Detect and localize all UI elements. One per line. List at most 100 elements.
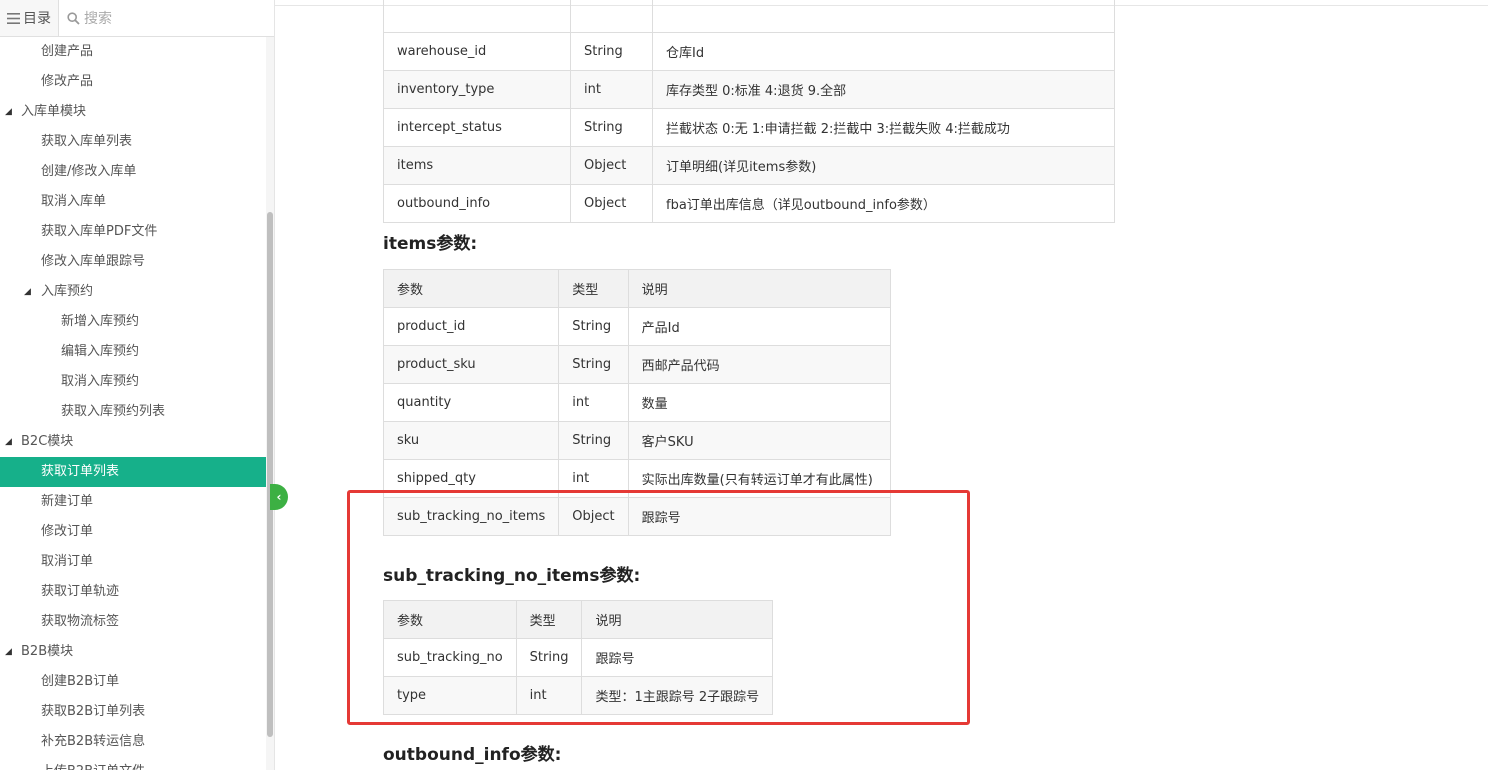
table-row: product_id String 产品Id xyxy=(382,307,892,346)
param-type: String xyxy=(570,108,653,147)
param-type: String xyxy=(570,32,653,71)
expand-triangle-icon: ◢ xyxy=(5,437,12,447)
param-desc: 拦截状态 0:无 1:申请拦截 2:拦截中 3:拦截失败 4:拦截成功 xyxy=(652,108,1115,147)
sidebar-item-inbound-pdf[interactable]: 获取入库单PDF文件 xyxy=(0,217,266,247)
param-desc: 西邮产品代码 xyxy=(627,345,892,384)
sidebar-group-b2b[interactable]: ◢ B2B模块 xyxy=(0,637,266,667)
sidebar-item-b2b-transit[interactable]: 补充B2B转运信息 xyxy=(0,727,266,757)
sidebar-item-label: 创建/修改入库单 xyxy=(41,164,137,179)
sidebar-group-inbound-reservation[interactable]: ◢ 入库预约 xyxy=(0,277,266,307)
sidebar-item-label: B2B模块 xyxy=(21,644,74,659)
param-type: Object xyxy=(570,146,653,185)
sidebar-item-cancel-inbound[interactable]: 取消入库单 xyxy=(0,187,266,217)
param-name: warehouse_id xyxy=(383,32,571,71)
param-desc: 订单明细(详见items参数) xyxy=(652,146,1115,185)
sidebar-item-inbound-tracking[interactable]: 修改入库单跟踪号 xyxy=(0,247,266,277)
sidebar-item-create-product[interactable]: 创建产品 xyxy=(0,37,266,67)
sidebar-item-order-track[interactable]: 获取订单轨迹 xyxy=(0,577,266,607)
param-type: int xyxy=(558,383,629,422)
table-header-row: 参数 类型 说明 xyxy=(382,269,892,308)
table-row: outbound_info Object fba订单出库信息（详见outbound_… xyxy=(383,184,1115,223)
tab-catalog[interactable]: 目录 xyxy=(0,0,59,36)
sidebar-item-label: 创建B2B订单 xyxy=(41,674,120,689)
sidebar-item-get-inbound-list[interactable]: 获取入库单列表 xyxy=(0,127,266,157)
sidebar-item-modify-order[interactable]: 修改订单 xyxy=(0,517,266,547)
sidebar-item-get-order-list[interactable]: 获取订单列表 xyxy=(0,457,266,487)
sidebar-header: 目录 搜索 xyxy=(0,0,274,37)
expand-triangle-icon: ◢ xyxy=(5,647,12,657)
expand-triangle-icon: ◢ xyxy=(5,107,12,117)
sidebar-item-label: 修改入库单跟踪号 xyxy=(41,254,146,269)
sidebar-group-inbound[interactable]: ◢ 入库单模块 xyxy=(0,97,266,127)
sidebar-item-label: 获取订单列表 xyxy=(41,464,120,479)
sidebar-item-b2b-list[interactable]: 获取B2B订单列表 xyxy=(0,697,266,727)
param-desc: fba订单出库信息（详见outbound_info参数） xyxy=(652,184,1115,223)
items-section-title: items参数: xyxy=(383,234,478,254)
sidebar-item-label: 入库预约 xyxy=(41,284,94,299)
sidebar-item-reservation-list[interactable]: 获取入库预约列表 xyxy=(0,397,266,427)
search-input[interactable]: 搜索 xyxy=(59,0,274,36)
param-name: outbound_info xyxy=(383,184,571,223)
highlight-annotation-box xyxy=(347,490,970,725)
sidebar-item-label: 上传B2B订单文件 xyxy=(41,757,145,770)
search-placeholder: 搜索 xyxy=(84,11,112,27)
sidebar-item-label: 取消订单 xyxy=(41,554,94,569)
sidebar-item-label: 补充B2B转运信息 xyxy=(41,734,146,749)
param-name: quantity xyxy=(382,383,560,422)
sidebar-item-b2b-upload[interactable]: 上传B2B订单文件 xyxy=(0,757,266,770)
column-header: 说明 xyxy=(627,269,892,308)
sidebar-group-b2c[interactable]: ◢ B2C模块 xyxy=(0,427,266,457)
outbound-section-title: outbound_info参数: xyxy=(383,745,562,765)
table-row: items Object 订单明细(详见items参数) xyxy=(383,146,1115,185)
sidebar-item-label: 获取入库单列表 xyxy=(41,134,133,149)
sidebar-item-create-inbound[interactable]: 创建/修改入库单 xyxy=(0,157,266,187)
sidebar-item-modify-product[interactable]: 修改产品 xyxy=(0,67,266,97)
table-row: intercept_status String 拦截状态 0:无 1:申请拦截 2:… xyxy=(383,108,1115,147)
sidebar-item-label: 获取入库预约列表 xyxy=(61,404,166,419)
sidebar-item-create-b2b[interactable]: 创建B2B订单 xyxy=(0,667,266,697)
param-name: inventory_type xyxy=(383,70,571,109)
collapse-sidebar-button[interactable]: ‹ xyxy=(270,484,288,510)
sidebar: 目录 搜索 创建产品 修改产品 ◢ 入库单模块 获取入库单列表 创建/修改入库单 … xyxy=(0,0,275,770)
order-params-table: warehouse_id String 仓库Id inventory_type int… xyxy=(383,0,1115,223)
param-type: int xyxy=(570,70,653,109)
param-desc: 客户SKU xyxy=(627,421,892,460)
sidebar-item-label: 获取订单轨迹 xyxy=(41,584,120,599)
sidebar-item-label: 入库单模块 xyxy=(21,104,87,119)
sidebar-item-add-reservation[interactable]: 新增入库预约 xyxy=(0,307,266,337)
param-desc: 仓库Id xyxy=(652,32,1115,71)
expand-triangle-icon: ◢ xyxy=(24,287,31,297)
param-type: String xyxy=(558,307,629,346)
sidebar-item-cancel-order[interactable]: 取消订单 xyxy=(0,547,266,577)
column-header: 参数 xyxy=(382,269,560,308)
table-row xyxy=(383,0,1115,33)
sidebar-item-label: 取消入库预约 xyxy=(61,374,140,389)
sidebar-item-shipping-label[interactable]: 获取物流标签 xyxy=(0,607,266,637)
sidebar-item-label: 新建订单 xyxy=(41,494,94,509)
list-icon xyxy=(7,12,20,24)
param-name: items xyxy=(383,146,571,185)
sidebar-item-label: 修改产品 xyxy=(41,74,94,89)
table-row: sku String 客户SKU xyxy=(382,421,892,460)
tab-catalog-label: 目录 xyxy=(23,11,51,27)
sidebar-item-label: 新增入库预约 xyxy=(61,314,140,329)
table-row: warehouse_id String 仓库Id xyxy=(383,32,1115,71)
sidebar-scrollbar-thumb[interactable] xyxy=(267,212,273,737)
sidebar-item-label: 编辑入库预约 xyxy=(61,344,140,359)
param-desc: 库存类型 0:标准 4:退货 9.全部 xyxy=(652,70,1115,109)
table-row: inventory_type int 库存类型 0:标准 4:退货 9.全部 xyxy=(383,70,1115,109)
param-type: String xyxy=(558,421,629,460)
param-type: Object xyxy=(570,184,653,223)
sidebar-item-cancel-reservation[interactable]: 取消入库预约 xyxy=(0,367,266,397)
sidebar-item-label: 修改订单 xyxy=(41,524,94,539)
sidebar-item-edit-reservation[interactable]: 编辑入库预约 xyxy=(0,337,266,367)
sidebar-item-label: 获取物流标签 xyxy=(41,614,120,629)
sidebar-item-new-order[interactable]: 新建订单 xyxy=(0,487,266,517)
sidebar-item-label: 获取B2B订单列表 xyxy=(41,704,146,719)
param-name: product_id xyxy=(382,307,560,346)
table-row: quantity int 数量 xyxy=(382,383,892,422)
column-header: 类型 xyxy=(558,269,629,308)
param-name: product_sku xyxy=(382,345,560,384)
param-desc: 数量 xyxy=(627,383,892,422)
param-name: intercept_status xyxy=(383,108,571,147)
